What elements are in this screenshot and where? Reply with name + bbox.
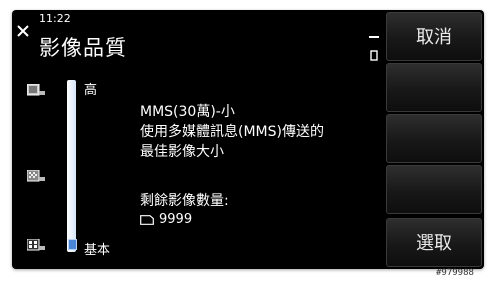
- basic-quality-icon: [27, 239, 45, 251]
- description-line-1: MMS(30萬)-小: [140, 104, 235, 120]
- content-area: 11:22 影像品質 高 基本 MMS(30萬)-小 使用多媒體訊息(MMS)傳…: [12, 10, 384, 269]
- watermark: #979988: [436, 268, 474, 278]
- high-quality-icon: [27, 84, 45, 96]
- select-button[interactable]: 選取: [386, 218, 482, 267]
- close-icon[interactable]: [16, 24, 30, 38]
- status-time: 11:22: [39, 12, 71, 25]
- level-high-label: 高: [84, 83, 98, 98]
- quality-slider[interactable]: [67, 80, 76, 252]
- softkey-slot-4: [386, 165, 482, 214]
- cancel-button[interactable]: 取消: [386, 12, 482, 61]
- phone-screen: 11:22 影像品質 高 基本 MMS(30萬)-小 使用多媒體訊息(MMS)傳…: [12, 10, 484, 269]
- softkey-panel: 取消 選取: [384, 10, 484, 269]
- quality-description: MMS(30萬)-小 使用多媒體訊息(MMS)傳送的 最佳影像大小: [140, 102, 324, 162]
- level-basic-label: 基本: [84, 243, 111, 258]
- description-line-2: 使用多媒體訊息(MMS)傳送的: [140, 124, 324, 140]
- battery-icon: [369, 36, 379, 61]
- page-title: 影像品質: [39, 36, 127, 60]
- quality-slider-thumb[interactable]: [68, 239, 77, 250]
- remaining-count-row: 9999: [140, 212, 192, 227]
- softkey-slot-2: [386, 63, 482, 112]
- remaining-images-label: 剩餘影像數量:: [140, 193, 229, 209]
- description-line-3: 最佳影像大小: [140, 144, 224, 160]
- softkey-slot-3: [386, 114, 482, 163]
- remaining-count: 9999: [159, 212, 193, 227]
- medium-quality-icon: [27, 170, 45, 182]
- image-count-icon: [140, 214, 154, 225]
